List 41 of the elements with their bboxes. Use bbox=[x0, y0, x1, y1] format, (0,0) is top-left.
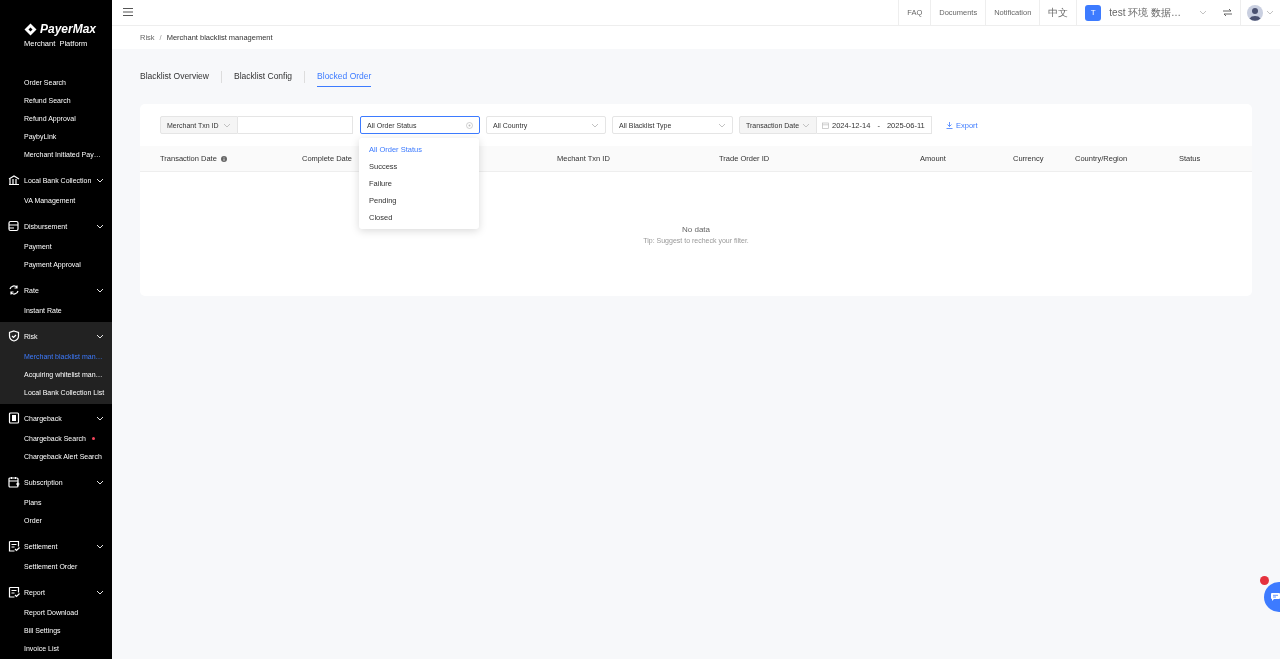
chevron-down-icon bbox=[96, 287, 104, 293]
account-avatar[interactable]: T bbox=[1085, 4, 1102, 21]
user-avatar-icon[interactable] bbox=[1247, 4, 1263, 21]
exchange-icon bbox=[8, 284, 20, 296]
bill-icon bbox=[8, 540, 20, 552]
bank-icon bbox=[8, 174, 20, 186]
calendar-icon bbox=[8, 476, 20, 488]
search-input-field[interactable] bbox=[238, 116, 353, 134]
chevron-down-icon bbox=[96, 415, 104, 421]
menu-icon[interactable] bbox=[123, 8, 133, 16]
tab[interactable]: Blacklist Overview bbox=[140, 71, 209, 87]
chevron-down-icon bbox=[96, 223, 104, 229]
chevron-down-icon bbox=[1199, 10, 1207, 15]
chat-icon bbox=[1271, 593, 1280, 601]
chevron-down-icon bbox=[591, 122, 599, 128]
tab[interactable]: Blacklist Config bbox=[233, 71, 293, 87]
tab[interactable]: Blocked Order bbox=[317, 71, 372, 87]
swap-icon[interactable] bbox=[1223, 9, 1232, 16]
download-icon bbox=[946, 121, 953, 129]
chevron-down-icon bbox=[1266, 10, 1274, 15]
empty-title: No data bbox=[682, 225, 710, 234]
info-icon bbox=[220, 155, 227, 162]
chevron-down-icon bbox=[96, 589, 104, 595]
shield-icon bbox=[8, 330, 20, 342]
phone-icon bbox=[8, 412, 20, 424]
bill-icon bbox=[8, 586, 20, 598]
chevron-down-icon bbox=[802, 122, 810, 128]
brand-name: PayerMax bbox=[40, 22, 97, 36]
notification-badge-icon bbox=[1260, 576, 1269, 585]
chevron-down-icon bbox=[718, 122, 726, 128]
logo-icon bbox=[24, 22, 37, 36]
account-name[interactable]: test 环境 数据… bbox=[1109, 5, 1181, 20]
stack-icon bbox=[8, 220, 20, 232]
chevron-down-icon bbox=[96, 333, 104, 339]
header-link[interactable]: 中文 bbox=[1039, 0, 1077, 25]
chevron-down-icon bbox=[96, 479, 104, 485]
calendar-icon bbox=[822, 121, 829, 129]
chevron-down-icon bbox=[223, 122, 231, 128]
chevron-down-icon bbox=[96, 177, 104, 183]
notification-dot-icon bbox=[91, 436, 95, 440]
chevron-down-icon bbox=[96, 543, 104, 549]
